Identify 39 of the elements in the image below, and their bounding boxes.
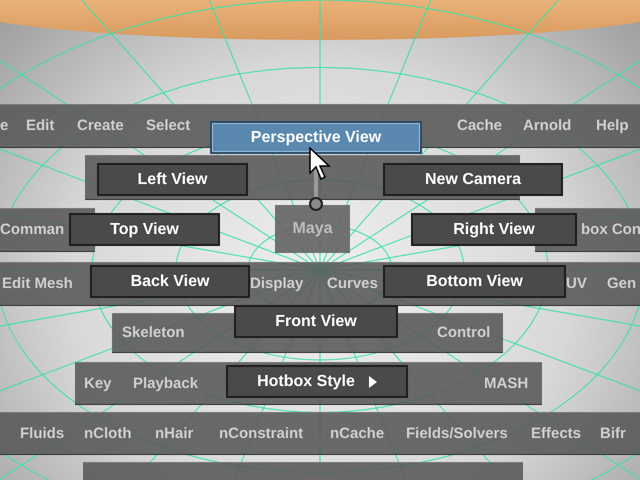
marking-menu-item[interactable]: New Camera — [383, 163, 563, 196]
menu-title[interactable]: Skeleton — [122, 313, 185, 353]
menu-title[interactable]: Fields/Solvers — [406, 412, 508, 455]
menu-title[interactable]: MASH — [484, 362, 528, 405]
marking-menu-item[interactable]: Back View — [90, 265, 250, 298]
menu-title[interactable]: Gen — [607, 262, 636, 306]
center-zone[interactable]: Maya — [275, 205, 350, 253]
menu-title[interactable]: Control — [437, 313, 490, 353]
menu-title[interactable]: nConstraint — [219, 412, 304, 455]
menu-title[interactable]: nHair — [155, 412, 194, 455]
menu-title[interactable]: Effects — [531, 412, 582, 455]
menu-title[interactable]: Edit — [26, 104, 54, 148]
submenu-arrow-icon — [368, 376, 377, 388]
menu-title[interactable]: Display — [250, 262, 304, 306]
marking-menu-item[interactable]: Right View — [411, 213, 577, 246]
marking-menu-item[interactable]: Top View — [69, 213, 220, 246]
marking-menu-item[interactable]: Front View — [234, 305, 398, 338]
menu-title[interactable]: Key — [84, 362, 112, 405]
marking-menu-item[interactable]: Bottom View — [383, 265, 566, 298]
menu-title[interactable]: UV — [566, 262, 587, 306]
menu-title[interactable]: Arnold — [523, 104, 572, 148]
menu-title[interactable]: Help — [596, 104, 629, 148]
menu-title[interactable]: Fluids — [20, 412, 64, 455]
menu-title[interactable]: Select — [146, 104, 190, 148]
marking-menu-item[interactable]: Hotbox Style — [226, 365, 408, 398]
menu-title[interactable]: box Con — [581, 208, 640, 252]
menu-title[interactable]: e — [0, 104, 8, 148]
menu-title[interactable]: Playback — [133, 362, 198, 405]
menu-title[interactable]: Create — [77, 104, 124, 148]
menu-title[interactable]: Curves — [327, 262, 378, 306]
marking-menu-item[interactable]: Perspective View — [210, 121, 422, 154]
menu-title[interactable]: Comman — [0, 208, 64, 252]
mouse-cursor-icon — [309, 147, 331, 181]
menu-title[interactable]: Edit Mesh — [2, 262, 73, 306]
menu-title[interactable]: nCache — [330, 412, 384, 455]
menu-title[interactable]: Cache — [457, 104, 502, 148]
menu-title[interactable]: nCloth — [84, 412, 132, 455]
menu-title[interactable]: Bifr — [600, 412, 626, 455]
marking-menu-item[interactable]: Left View — [97, 163, 248, 196]
